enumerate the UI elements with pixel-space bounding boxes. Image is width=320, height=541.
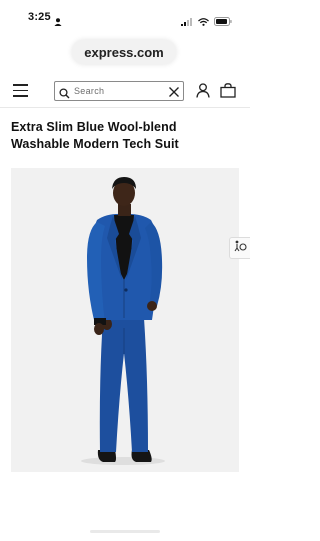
person-icon bbox=[54, 13, 62, 31]
user-icon[interactable] bbox=[196, 83, 210, 103]
battery-icon bbox=[214, 13, 232, 31]
signal-icon bbox=[181, 13, 193, 31]
site-header: Search bbox=[0, 74, 250, 108]
accessibility-tab[interactable] bbox=[229, 237, 250, 259]
close-icon[interactable] bbox=[168, 85, 180, 103]
status-bar: 3:25 bbox=[0, 0, 250, 34]
status-time: 3:25 bbox=[28, 11, 51, 23]
home-indicator bbox=[90, 530, 160, 533]
status-icons bbox=[181, 13, 232, 31]
product-title-line2: Washable Modern Tech Suit bbox=[11, 137, 179, 151]
model-illustration bbox=[81, 177, 165, 465]
search-input[interactable]: Search bbox=[54, 81, 184, 101]
search-placeholder: Search bbox=[74, 86, 105, 96]
wifi-icon bbox=[198, 13, 209, 31]
shopping-bag-icon[interactable] bbox=[220, 83, 236, 103]
product-title: Extra Slim Blue Wool-blend Washable Mode… bbox=[11, 119, 241, 153]
url-text: express.com bbox=[84, 44, 164, 60]
product-image[interactable] bbox=[11, 168, 239, 472]
address-bar[interactable]: express.com bbox=[72, 40, 176, 64]
product-title-line1: Extra Slim Blue Wool-blend bbox=[11, 120, 177, 134]
accessibility-icon bbox=[233, 239, 247, 257]
search-icon bbox=[59, 86, 70, 104]
hamburger-menu-icon[interactable] bbox=[13, 84, 28, 98]
